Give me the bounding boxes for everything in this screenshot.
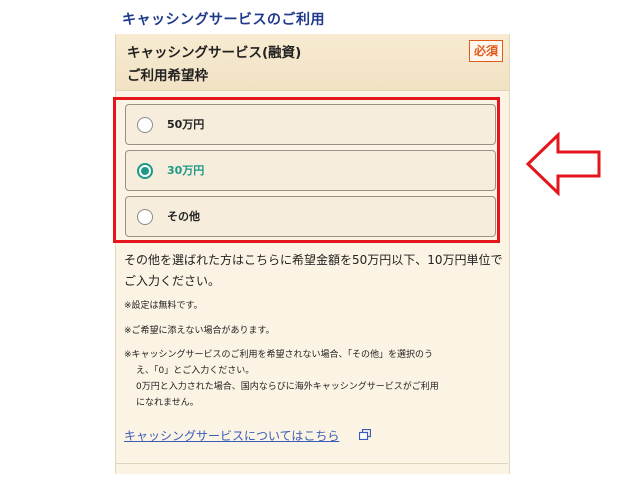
note-line: 0万円と入力された場合、国内ならびに海外キャッシングサービスがご利用 bbox=[136, 382, 439, 392]
required-badge: 必須 bbox=[468, 40, 503, 62]
note-free: ※設定は無料です。 bbox=[124, 301, 203, 311]
note-decline: ※キャッシングサービスのご利用を希望されない場合、「その他」を選択のう え、「0… bbox=[124, 347, 504, 411]
field-title-line1: キャッシングサービス(融資) bbox=[127, 45, 302, 61]
note-line: え、「0」とご入力ください。 bbox=[136, 366, 255, 376]
note-not-guaranteed: ※ご希望に添えない場合があります。 bbox=[124, 326, 275, 336]
panel-bottom-divider bbox=[115, 463, 508, 464]
field-title: キャッシングサービス(融資) ご利用希望枠 bbox=[127, 42, 301, 88]
note-line: ※キャッシングサービスのご利用を希望されない場合、「その他」を選択のう bbox=[124, 350, 434, 360]
left-arrow-icon bbox=[525, 132, 601, 196]
note-line: になれません。 bbox=[136, 398, 199, 408]
field-header: キャッシングサービス(融資) ご利用希望枠 必須 bbox=[116, 34, 509, 91]
external-link-icon[interactable] bbox=[359, 429, 371, 440]
description: その他を選ばれた方はこちらに希望金額を50万円以下、10万円単位でご入力ください… bbox=[124, 253, 503, 288]
highlight-frame bbox=[113, 97, 500, 243]
section-title: キャッシングサービスのご利用 bbox=[122, 12, 325, 28]
cashing-info-link[interactable]: キャッシングサービスについてはこちら bbox=[124, 427, 339, 444]
field-title-line2: ご利用希望枠 bbox=[127, 68, 208, 84]
